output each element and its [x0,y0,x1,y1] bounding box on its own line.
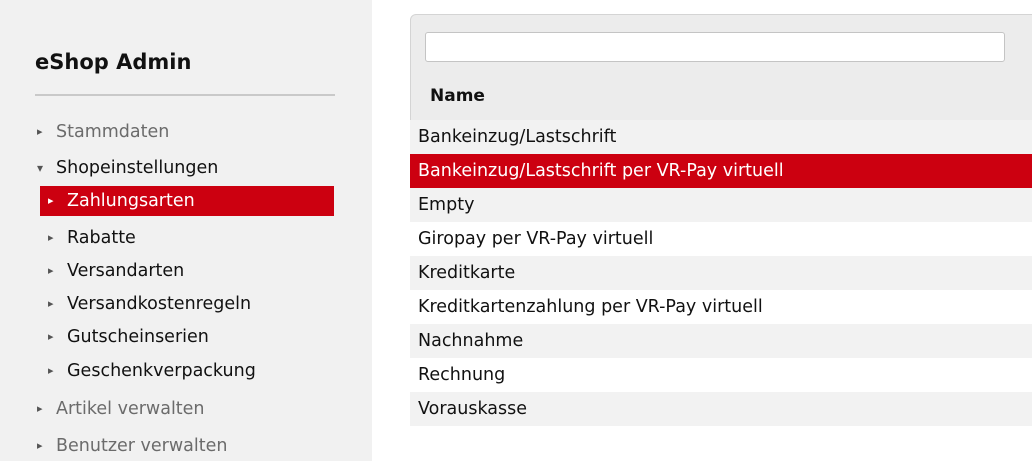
table-row[interactable]: Rechnung [410,358,1032,392]
sidebar-subitem-versandarten[interactable]: ▸ Versandarten [48,257,184,285]
sidebar-item-label: Zahlungsarten [67,191,195,211]
chevron-right-icon: ▸ [48,194,54,207]
chevron-right-icon: ▸ [37,402,43,415]
chevron-right-icon: ▸ [48,330,54,343]
sidebar-subitem-gutscheinserien[interactable]: ▸ Gutscheinserien [48,323,209,351]
sidebar-item-label: Shopeinstellungen [56,158,219,178]
sidebar-item-benutzer-verwalten[interactable]: ▸ Benutzer verwalten [37,432,227,460]
table-row[interactable]: Vorauskasse [410,392,1032,426]
table-row[interactable]: Nachnahme [410,324,1032,358]
column-header-name[interactable]: Name [430,86,485,106]
sidebar-item-label: Stammdaten [56,122,170,142]
list-header-panel [410,14,1032,126]
sidebar-item-label: Gutscheinserien [67,327,209,347]
sidebar-item-label: Versandarten [67,261,185,281]
chevron-right-icon: ▸ [48,364,54,377]
table-row-selected[interactable]: Bankeinzug/Lastschrift per VR-Pay virtue… [410,154,1032,188]
sidebar-item-stammdaten[interactable]: ▸ Stammdaten [37,118,169,146]
sidebar-item-label: Rabatte [67,228,136,248]
payment-methods-list: Bankeinzug/Lastschrift Bankeinzug/Lastsc… [410,120,1032,426]
chevron-right-icon: ▸ [37,125,43,138]
chevron-right-icon: ▸ [48,264,54,277]
sidebar-subitem-versandkostenregeln[interactable]: ▸ Versandkostenregeln [48,290,251,318]
filter-input[interactable] [425,32,1005,62]
sidebar-item-label: Versandkostenregeln [67,294,252,314]
chevron-right-icon: ▸ [48,297,54,310]
sidebar-item-label: Artikel verwalten [56,399,205,419]
sidebar-subitem-rabatte[interactable]: ▸ Rabatte [48,224,136,252]
table-row[interactable]: Kreditkarte [410,256,1032,290]
sidebar-item-shopeinstellungen[interactable]: ▾ Shopeinstellungen [37,154,218,182]
table-row[interactable]: Bankeinzug/Lastschrift [410,120,1032,154]
chevron-down-icon: ▾ [37,161,44,175]
sidebar-subitem-zahlungsarten[interactable]: ▸ Zahlungsarten [40,186,334,216]
chevron-right-icon: ▸ [48,231,54,244]
sidebar-subitem-geschenkverpackung[interactable]: ▸ Geschenkverpackung [48,357,256,385]
sidebar-item-artikel-verwalten[interactable]: ▸ Artikel verwalten [37,395,205,423]
table-row[interactable]: Kreditkartenzahlung per VR-Pay virtuell [410,290,1032,324]
sidebar-item-label: Geschenkverpackung [67,361,256,381]
sidebar-item-label: Benutzer verwalten [56,436,228,456]
title-divider [35,94,335,96]
table-row[interactable]: Empty [410,188,1032,222]
table-row[interactable]: Giropay per VR-Pay virtuell [410,222,1032,256]
app-title: eShop Admin [35,50,192,74]
chevron-right-icon: ▸ [37,439,43,452]
sidebar: eShop Admin ▸ Stammdaten ▾ Shopeinstellung… [0,0,372,461]
